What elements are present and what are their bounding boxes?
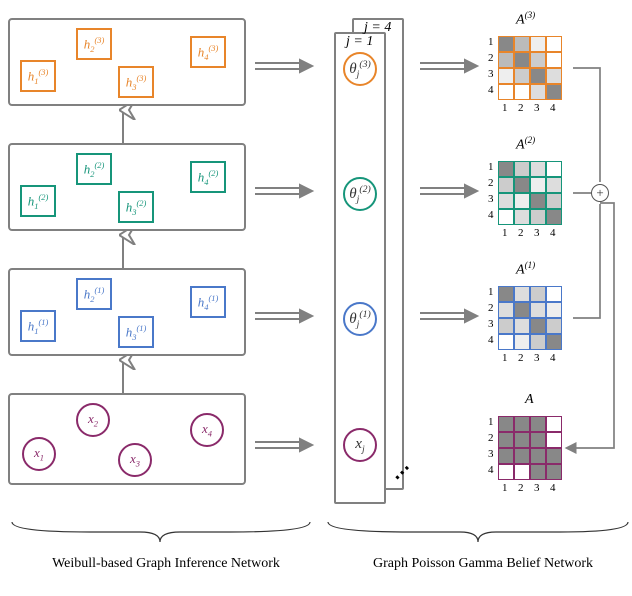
matrix-A1: A(1) 1234 1234: [498, 286, 562, 350]
node-h3-1: h3(1): [118, 316, 154, 348]
stack-label-front: j = 1: [346, 34, 373, 50]
node-x1: x1: [22, 437, 56, 471]
node-h4-3: h4(3): [190, 36, 226, 68]
node-h3-2: h3(2): [118, 191, 154, 223]
node-h2-3: h2(3): [76, 28, 112, 60]
matrix-A: A 1234 1234: [498, 416, 562, 480]
panel-x: x1 x2 x3 x4: [8, 393, 246, 485]
matrix-A2-label: A(2): [516, 135, 535, 154]
node-h1-3: h1(3): [20, 60, 56, 92]
panel-h1: h1(1) h2(1) h3(1) h4(1): [8, 268, 246, 356]
theta-3: θj(3): [343, 52, 377, 86]
node-h4-1: h4(1): [190, 286, 226, 318]
node-x4: x4: [190, 413, 224, 447]
panel-h3: h1(3) h2(3) h3(3) h4(3): [8, 18, 246, 106]
node-x3: x3: [118, 443, 152, 477]
node-h1-2: h1(2): [20, 185, 56, 217]
aggregate-plus-icon: +: [591, 184, 609, 202]
matrix-A3: A(3) 1234 1234: [498, 36, 562, 100]
caption-right: Graph Poisson Gamma Belief Network: [348, 556, 618, 572]
node-h3-3: h3(3): [118, 66, 154, 98]
matrix-A1-label: A(1): [516, 260, 535, 279]
node-h2-1: h2(1): [76, 278, 112, 310]
node-h1-1: h1(1): [20, 310, 56, 342]
panel-h2: h1(2) h2(2) h3(2) h4(2): [8, 143, 246, 231]
theta-1: θj(1): [343, 302, 377, 336]
matrix-A2: A(2) 1234 1234: [498, 161, 562, 225]
matrix-A-label: A: [525, 392, 534, 408]
node-h2-2: h2(2): [76, 153, 112, 185]
node-h4-2: h4(2): [190, 161, 226, 193]
node-x2: x2: [76, 403, 110, 437]
caption-left: Weibull-based Graph Inference Network: [36, 556, 296, 572]
matrix-A3-label: A(3): [516, 10, 535, 29]
theta-2: θj(2): [343, 177, 377, 211]
diagram-root: h1(3) h2(3) h3(3) h4(3) h1(2) h2(2) h3(2…: [0, 0, 632, 596]
x-j: xj: [343, 428, 377, 462]
